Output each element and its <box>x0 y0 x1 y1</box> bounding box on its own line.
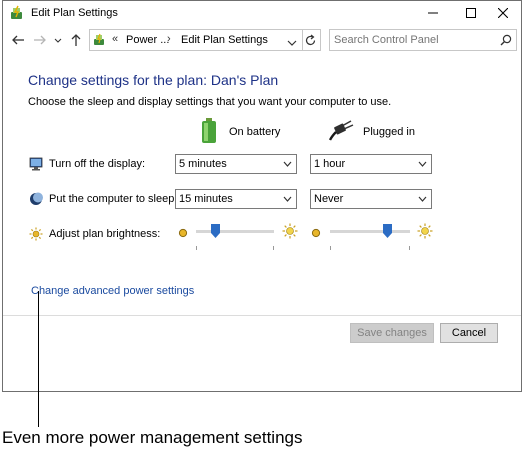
display-timeout-plugged-value: 1 hour <box>314 158 346 170</box>
refresh-button[interactable] <box>301 29 321 51</box>
close-icon <box>498 8 508 18</box>
slider-tick-max <box>409 246 410 250</box>
breadcrumb-edit-plan-settings[interactable]: Edit Plan Settings <box>181 34 268 46</box>
control-panel-icon <box>93 33 107 47</box>
up-button[interactable] <box>69 33 83 47</box>
sleep-timeout-battery-value: 15 minutes <box>179 193 233 205</box>
brightness-battery-slider[interactable] <box>196 224 274 250</box>
refresh-icon <box>305 34 316 46</box>
plan-settings-panel: Change settings for the plan: Dan's Plan… <box>3 54 521 392</box>
recent-locations-chevron-icon <box>54 38 62 43</box>
brightness-plugged-slider[interactable] <box>330 224 410 250</box>
edit-plan-settings-window: Edit Plan Settings « Power ... › Edit Pl… <box>2 0 522 392</box>
address-bar[interactable]: « Power ... › Edit Plan Settings <box>89 29 303 51</box>
breadcrumb-power-options[interactable]: Power ... <box>126 34 169 46</box>
slider-tick-min <box>330 246 331 250</box>
callout-line <box>38 291 39 427</box>
display-timeout-battery-select[interactable]: 5 minutes <box>175 154 297 174</box>
up-arrow-icon <box>71 34 81 46</box>
chevron-down-icon <box>418 196 427 202</box>
sleep-timeout-plugged-value: Never <box>314 193 344 205</box>
brightness-dim-icon <box>310 226 322 238</box>
search-box[interactable] <box>329 29 517 51</box>
battery-icon <box>201 118 217 149</box>
save-changes-button[interactable]: Save changes <box>350 323 434 343</box>
close-button[interactable] <box>483 1 523 26</box>
column-label-on-battery: On battery <box>229 126 281 138</box>
power-plug-icon <box>328 120 355 147</box>
page-subtitle: Choose the sleep and display settings th… <box>28 96 392 108</box>
display-timeout-battery-value: 5 minutes <box>179 158 227 170</box>
chevron-down-icon <box>283 161 292 167</box>
back-arrow-icon <box>12 35 24 45</box>
brightness-bright-icon <box>417 223 433 239</box>
column-label-plugged-in: Plugged in <box>363 126 415 138</box>
search-input[interactable] <box>334 32 494 48</box>
advanced-power-settings-link[interactable]: Change advanced power settings <box>31 285 194 297</box>
chevron-down-icon <box>418 161 427 167</box>
slider-thumb[interactable] <box>211 224 220 238</box>
sleep-moon-icon <box>29 192 45 208</box>
brightness-label: Adjust plan brightness: <box>49 228 161 240</box>
recent-locations-button[interactable] <box>53 33 63 47</box>
slider-tick-max <box>273 246 274 250</box>
chevron-down-icon <box>283 196 292 202</box>
title-bar: Edit Plan Settings <box>3 1 521 26</box>
navigation-bar: « Power ... › Edit Plan Settings <box>3 28 521 54</box>
power-options-icon <box>9 5 25 21</box>
chevron-down-icon <box>287 40 297 46</box>
breadcrumb-separator[interactable]: › <box>167 33 171 45</box>
slider-tick-min <box>196 246 197 250</box>
callout-caption: Even more power management settings <box>2 428 303 447</box>
brightness-bright-icon <box>282 223 298 239</box>
cancel-button[interactable]: Cancel <box>440 323 498 343</box>
forward-arrow-icon <box>34 35 46 45</box>
search-icon[interactable] <box>500 34 512 46</box>
slider-track <box>330 230 410 233</box>
monitor-icon <box>29 157 45 173</box>
minimize-button[interactable] <box>413 1 453 26</box>
sleep-timeout-battery-select[interactable]: 15 minutes <box>175 189 297 209</box>
address-overflow[interactable]: « <box>112 33 118 45</box>
display-timeout-label: Turn off the display: <box>49 158 145 170</box>
slider-thumb[interactable] <box>383 224 392 238</box>
footer-divider <box>3 315 521 316</box>
sleep-timeout-label: Put the computer to sleep: <box>49 193 178 205</box>
minimize-icon <box>428 12 438 14</box>
forward-button[interactable] <box>33 33 47 47</box>
brightness-sun-icon <box>29 227 45 243</box>
brightness-dim-icon <box>177 226 189 238</box>
slider-track <box>196 230 274 233</box>
page-title: Change settings for the plan: Dan's Plan <box>28 72 279 88</box>
window-title: Edit Plan Settings <box>31 7 118 19</box>
back-button[interactable] <box>11 33 25 47</box>
maximize-icon <box>466 8 476 18</box>
sleep-timeout-plugged-select[interactable]: Never <box>310 189 432 209</box>
display-timeout-plugged-select[interactable]: 1 hour <box>310 154 432 174</box>
address-dropdown-button[interactable] <box>287 35 297 53</box>
